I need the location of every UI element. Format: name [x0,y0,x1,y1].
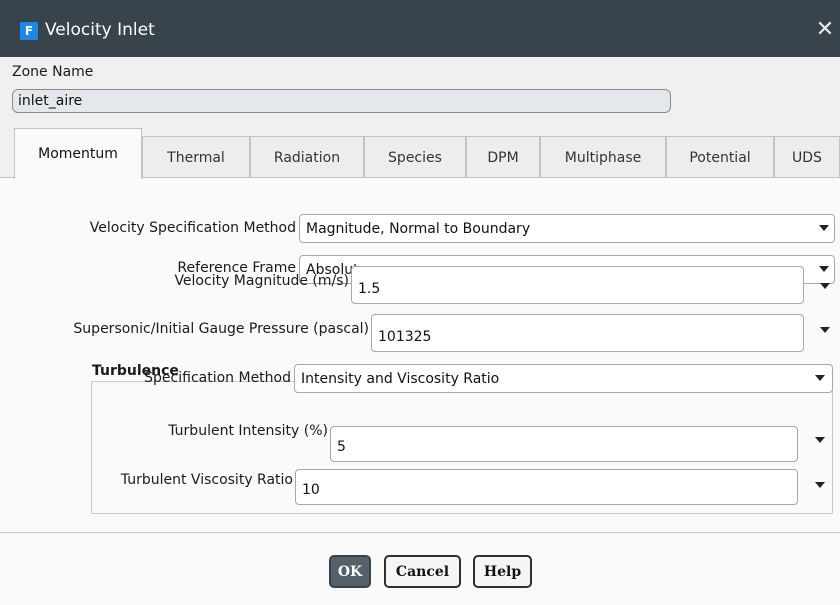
chevron-down-icon[interactable] [815,375,825,381]
tab-momentum[interactable]: Momentum [14,128,142,179]
viscosity-ratio-field[interactable]: 10 [295,469,798,505]
tab-thermal[interactable]: Thermal [142,136,250,178]
tab-potential[interactable]: Potential [666,136,774,178]
velocity-magnitude-field[interactable]: 1.5 [351,266,804,304]
tab-strip: Momentum Thermal Radiation Species DPM M… [0,128,840,179]
cancel-button[interactable]: Cancel [384,555,461,588]
zone-name-field[interactable] [12,89,671,113]
ok-button[interactable]: OK [329,555,371,588]
chevron-down-icon[interactable] [819,225,829,231]
velocity-spec-dropdown[interactable]: Magnitude, Normal to Boundary [299,214,835,243]
turbulent-intensity-field[interactable]: 5 [330,426,798,462]
tab-radiation[interactable]: Radiation [250,136,364,178]
chevron-down-icon[interactable] [815,437,825,443]
turbulence-spec-method-dropdown[interactable]: Intensity and Viscosity Ratio [294,364,833,393]
zone-name-label: Zone Name [12,64,94,80]
viscosity-ratio-value: 10 [302,482,320,498]
chevron-down-icon[interactable] [820,283,830,289]
velocity-magnitude-value: 1.5 [358,281,381,297]
velocity-spec-label: Velocity Specification Method [89,220,296,236]
tab-uds[interactable]: UDS [774,136,840,178]
chevron-down-icon[interactable] [819,266,829,272]
window-title: Velocity Inlet [45,20,155,40]
chevron-down-icon[interactable] [820,327,830,333]
turbulence-spec-method-label: Specification Method [144,370,291,386]
gauge-pressure-label: Supersonic/Initial Gauge Pressure (pasca… [73,321,369,337]
turbulence-spec-method-value: Intensity and Viscosity Ratio [301,370,500,387]
turbulent-intensity-value: 5 [337,439,346,455]
close-icon[interactable]: ✕ [810,14,840,44]
title-bar: F Velocity Inlet ✕ [0,0,840,57]
chevron-down-icon[interactable] [815,482,825,488]
help-button[interactable]: Help [473,555,532,588]
tab-species[interactable]: Species [364,136,466,178]
gauge-pressure-value: 101325 [378,329,432,345]
velocity-magnitude-label: Velocity Magnitude (m/s) [174,273,349,289]
viscosity-ratio-label: Turbulent Viscosity Ratio [120,472,293,488]
tab-dpm[interactable]: DPM [466,136,540,178]
velocity-spec-value: Magnitude, Normal to Boundary [306,220,531,237]
app-icon: F [20,22,38,40]
footer-divider [0,532,840,533]
turbulent-intensity-label: Turbulent Intensity (%) [168,423,328,439]
gauge-pressure-field[interactable]: 101325 [371,314,804,352]
tab-multiphase[interactable]: Multiphase [540,136,666,178]
